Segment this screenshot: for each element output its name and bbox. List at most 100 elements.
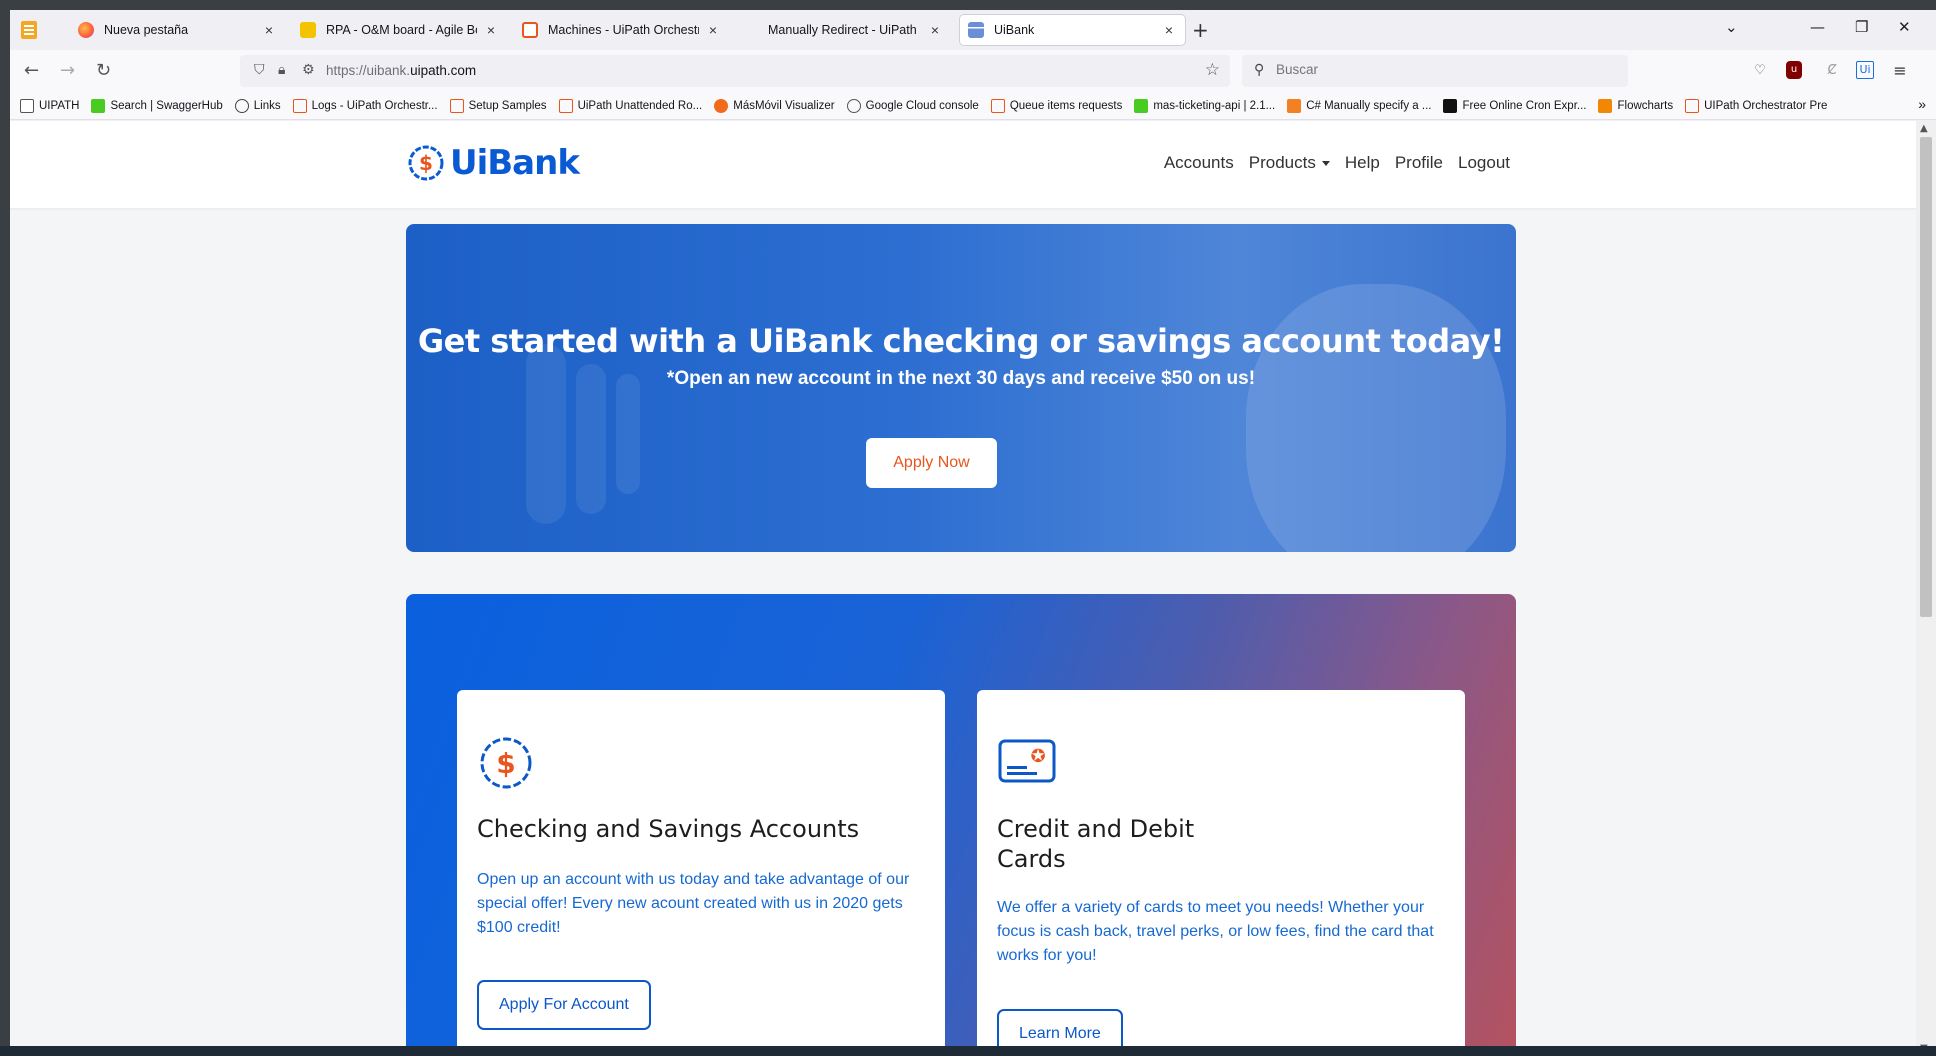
globe-icon	[234, 98, 249, 113]
nav-profile[interactable]: Profile	[1395, 153, 1443, 173]
bookmark-item[interactable]: Setup Samples	[449, 98, 547, 113]
dollar-badge-icon: $	[408, 145, 444, 181]
nav-accounts[interactable]: Accounts	[1164, 153, 1234, 173]
bookmark-label: C# Manually specify a ...	[1306, 99, 1432, 112]
bookmark-label: UIPATH	[39, 99, 80, 112]
reload-icon[interactable]: ↻	[96, 60, 111, 81]
tab-machines-orchestrator[interactable]: Machines - UiPath Orchestrator ×	[514, 15, 729, 45]
card-title: Credit and Debit Cards	[997, 815, 1195, 873]
bookmark-item[interactable]: Google Cloud console	[846, 98, 979, 113]
ublock-icon[interactable]: u	[1786, 61, 1802, 79]
checking-savings-card: $ Checking and Savings Accounts Open up …	[457, 690, 945, 1056]
apply-for-account-button[interactable]: Apply For Account	[477, 980, 651, 1030]
search-bar[interactable]: ⚲	[1242, 55, 1628, 87]
nav-products[interactable]: Products	[1249, 153, 1330, 173]
bookmark-label: Google Cloud console	[865, 99, 979, 112]
main-nav: Accounts Products Help Profile Logout	[1149, 153, 1510, 173]
bookmark-item[interactable]: Logs - UiPath Orchestr...	[292, 98, 438, 113]
uipath-icon	[558, 98, 573, 113]
bookmark-item[interactable]: Flowcharts	[1598, 98, 1674, 113]
bookmark-item[interactable]: UIPATH	[20, 98, 80, 113]
permissions-icon[interactable]: ⚙︎	[302, 62, 315, 78]
close-tab-icon[interactable]: ×	[705, 22, 721, 38]
tab-nueva-pestana[interactable]: Nueva pestaña ×	[70, 15, 285, 45]
close-tab-icon[interactable]: ×	[927, 22, 943, 38]
brand-logo[interactable]: $ UiBank	[406, 143, 580, 183]
firefox-icon	[78, 22, 94, 38]
vertical-scrollbar[interactable]: ▲ ▼	[1916, 121, 1936, 1056]
nav-logout[interactable]: Logout	[1458, 153, 1510, 173]
os-taskbar	[0, 1046, 1936, 1056]
chevron-down-icon	[1321, 161, 1330, 167]
minimize-icon[interactable]: —	[1810, 18, 1825, 36]
folder-icon	[20, 98, 34, 113]
bookmark-label: Setup Samples	[468, 99, 547, 112]
tab-strip: Nueva pestaña × RPA - O&M board - Agile …	[10, 10, 1936, 50]
close-tab-icon[interactable]: ×	[483, 22, 499, 38]
new-tab-icon[interactable]: +	[1192, 18, 1209, 42]
bookmark-label: UiPath Unattended Ro...	[577, 99, 703, 112]
url-bar[interactable]: ⛉ 🔒︎ ⚙︎ https://uibank.uipath.com ☆	[240, 55, 1230, 87]
bookmark-label: Links	[253, 99, 281, 112]
bookmark-item[interactable]: mas-ticketing-api | 2.1...	[1134, 98, 1275, 113]
bookmarks-overflow-icon[interactable]: »	[1918, 96, 1926, 112]
bookmark-star-icon[interactable]: ☆	[1205, 60, 1220, 80]
flowchart-icon	[1598, 98, 1613, 113]
bookmark-item[interactable]: Links	[234, 98, 281, 113]
scroll-up-icon[interactable]: ▲	[1920, 123, 1928, 134]
lock-icon[interactable]: 🔒︎	[278, 62, 285, 78]
bookmark-item[interactable]: UiPath Unattended Ro...	[558, 98, 703, 113]
tab-manually-redirect[interactable]: Manually Redirect - UiPath Identity ×	[736, 15, 951, 45]
tab-overflow-icon[interactable]: ⌄	[1725, 18, 1738, 36]
menu-icon[interactable]: ≡	[1890, 61, 1910, 81]
back-icon[interactable]: ←	[24, 60, 39, 81]
bookmark-item[interactable]: MásMóvil Visualizer	[714, 98, 835, 113]
url-text[interactable]: https://uibank.uipath.com	[326, 63, 476, 78]
bank-icon	[968, 22, 984, 38]
shield-icon[interactable]: ⛉	[254, 62, 265, 78]
stack-icon	[1287, 98, 1302, 113]
apply-now-button[interactable]: Apply Now	[866, 438, 997, 488]
close-tab-icon[interactable]: ×	[1161, 22, 1177, 38]
tab-uibank[interactable]: UiBank ×	[960, 15, 1185, 45]
uipath-icon	[449, 98, 464, 113]
restore-icon[interactable]: ❐	[1855, 18, 1868, 36]
extension-icon[interactable]: Ȼ	[1822, 61, 1842, 81]
site-header: $ UiBank Accounts Products Help Profile …	[10, 121, 1916, 208]
products-panel: $ Checking and Savings Accounts Open up …	[406, 594, 1516, 1056]
nav-help[interactable]: Help	[1345, 153, 1380, 173]
pocket-icon[interactable]: ♡	[1750, 61, 1770, 81]
swagger-icon	[1134, 98, 1149, 113]
bookmark-label: MásMóvil Visualizer	[733, 99, 835, 112]
nav-products-label: Products	[1248, 153, 1316, 172]
credit-card-icon: ✪	[998, 739, 1056, 783]
uipath-icon	[1685, 98, 1700, 113]
forward-icon[interactable]: →	[60, 60, 75, 81]
card-text: We offer a variety of cards to meet you …	[997, 899, 1434, 964]
gear-icon	[714, 98, 729, 113]
search-input[interactable]	[1276, 62, 1616, 77]
url-scheme: https://uibank.	[326, 63, 411, 78]
tab-list-icon[interactable]	[18, 18, 42, 42]
search-icon: ⚲	[1254, 62, 1265, 78]
bookmark-label: Search | SwaggerHub	[110, 99, 223, 112]
bookmarks-toolbar: UIPATH Search | SwaggerHub Links Logs - …	[10, 92, 1936, 120]
navigation-toolbar: ← → ↻ ⛉ 🔒︎ ⚙︎ https://uibank.uipath.com …	[10, 50, 1936, 92]
bookmark-item[interactable]: Search | SwaggerHub	[91, 98, 223, 113]
svg-text:$: $	[496, 747, 515, 780]
bookmark-item[interactable]: UIPath Orchestrator Pre	[1685, 98, 1827, 113]
bookmark-item[interactable]: Queue items requests	[990, 98, 1122, 113]
gear-icon	[846, 98, 861, 113]
scrollbar-thumb[interactable]	[1920, 137, 1932, 617]
bookmark-label: Flowcharts	[1617, 99, 1674, 112]
uipath-icon	[990, 98, 1005, 113]
close-tab-icon[interactable]: ×	[261, 22, 277, 38]
tab-agile-board[interactable]: RPA - O&M board - Agile Boards ×	[292, 15, 507, 45]
hero-banner: Get started with a UiBank checking or sa…	[406, 224, 1516, 552]
uipath-extension-icon[interactable]: Ui	[1856, 61, 1874, 79]
close-window-icon[interactable]: ✕	[1898, 18, 1911, 36]
bookmark-item[interactable]: Free Online Cron Expr...	[1443, 98, 1586, 113]
bookmark-item[interactable]: C# Manually specify a ...	[1287, 98, 1432, 113]
tab-title: UiBank	[994, 23, 1035, 37]
brand-name: UiBank	[450, 143, 580, 183]
